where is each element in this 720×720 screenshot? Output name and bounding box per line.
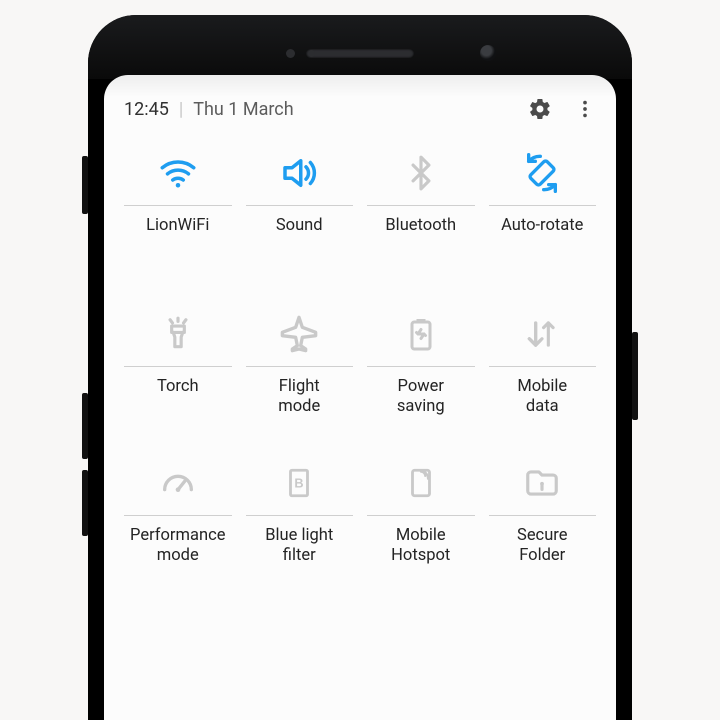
data-arrows-icon	[523, 315, 561, 353]
tile-label: Auto-rotate	[489, 205, 597, 264]
gear-icon	[528, 97, 552, 121]
sound-icon	[278, 152, 320, 194]
quick-tiles-grid: LionWiFi Sound Bluetooth Auto-rotate	[124, 145, 596, 574]
svg-text:B: B	[295, 475, 304, 490]
sensor-dot	[286, 49, 295, 58]
sensor-dot	[308, 50, 315, 57]
auto-rotate-icon	[522, 153, 562, 193]
tile-label: Torch	[124, 366, 232, 425]
tile-label: MobileHotspot	[367, 515, 475, 574]
power-button[interactable]	[632, 332, 638, 420]
separator: |	[179, 99, 183, 120]
tile-performance-mode[interactable]: Performancemode	[124, 455, 232, 574]
airplane-icon	[279, 314, 319, 354]
date: Thu 1 March	[193, 99, 293, 120]
tile-label: Bluetooth	[367, 205, 475, 264]
clock: 12:45	[124, 99, 169, 120]
tile-auto-rotate[interactable]: Auto-rotate	[489, 145, 597, 264]
status-bar: 12:45 | Thu 1 March	[124, 97, 596, 121]
hotspot-icon	[404, 466, 438, 500]
more-vert-icon	[574, 98, 596, 120]
phone-frame: 12:45 | Thu 1 March LionWiFi	[88, 15, 632, 720]
blue-light-icon: B	[282, 466, 316, 500]
tile-label: Flightmode	[246, 366, 354, 425]
tile-blue-light-filter[interactable]: B Blue lightfilter	[246, 455, 354, 574]
tile-bluetooth[interactable]: Bluetooth	[367, 145, 475, 264]
tile-label: SecureFolder	[489, 515, 597, 574]
earpiece	[306, 49, 414, 58]
tile-label: Performancemode	[124, 515, 232, 574]
torch-icon	[159, 315, 197, 353]
tile-flight-mode[interactable]: Flightmode	[246, 306, 354, 425]
tile-label: LionWiFi	[124, 205, 232, 264]
tile-power-saving[interactable]: Powersaving	[367, 306, 475, 425]
more-button[interactable]	[574, 98, 596, 120]
tile-mobile-data[interactable]: Mobiledata	[489, 306, 597, 425]
tile-label: Sound	[246, 205, 354, 264]
tile-label: Mobiledata	[489, 366, 597, 425]
tile-wifi[interactable]: LionWiFi	[124, 145, 232, 264]
settings-button[interactable]	[528, 97, 552, 121]
wifi-icon	[157, 152, 199, 194]
front-camera	[480, 45, 496, 61]
tile-secure-folder[interactable]: SecureFolder	[489, 455, 597, 574]
tile-mobile-hotspot[interactable]: MobileHotspot	[367, 455, 475, 574]
battery-recycle-icon	[403, 316, 439, 352]
tile-label: Blue lightfilter	[246, 515, 354, 574]
gauge-icon	[158, 463, 198, 503]
tile-sound[interactable]: Sound	[246, 145, 354, 264]
tile-torch[interactable]: Torch	[124, 306, 232, 425]
bluetooth-icon	[402, 154, 440, 192]
tile-label: Powersaving	[367, 366, 475, 425]
secure-folder-icon	[523, 464, 561, 502]
quick-settings-screen: 12:45 | Thu 1 March LionWiFi	[104, 75, 616, 720]
